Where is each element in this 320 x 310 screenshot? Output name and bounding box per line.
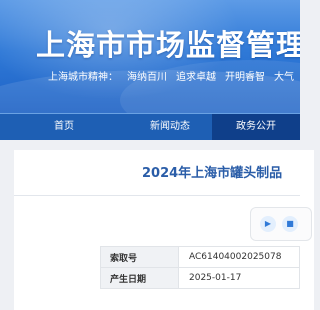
city-spirit: 上海城市精神： 海纳百川 追求卓越 开明睿智 大气 — [48, 68, 300, 83]
city-spirit-label: 上海城市精神： — [48, 72, 118, 83]
city-spirit-item: 海纳百川 — [127, 72, 167, 83]
nav-item-gov-affairs[interactable]: 政务公开 — [212, 114, 300, 140]
nav-item-home[interactable]: 首页 — [0, 114, 128, 140]
meta-value: AC61404002025078 — [178, 246, 300, 268]
meta-key: 索取号 — [100, 246, 179, 268]
city-spirit-item: 大气 — [274, 72, 294, 83]
city-spirit-item: 追求卓越 — [176, 72, 216, 83]
meta-value: 2025-01-17 — [178, 267, 300, 289]
table-row: 索取号 AC61404002025078 — [100, 246, 300, 268]
audio-player: ▶ ■ — [250, 207, 312, 241]
divider — [14, 195, 300, 196]
main-nav: 首页 新闻动态 政务公开 — [0, 113, 300, 140]
stop-icon[interactable]: ■ — [282, 216, 298, 232]
table-row: 产生日期 2025-01-17 — [100, 267, 300, 289]
nav-item-news[interactable]: 新闻动态 — [128, 114, 212, 140]
article-title: 2024年上海市罐头制品 — [142, 166, 283, 181]
meta-key: 产生日期 — [100, 267, 179, 289]
play-icon[interactable]: ▶ — [260, 216, 276, 232]
article-meta-table: 索取号 AC61404002025078 产生日期 2025-01-17 — [100, 246, 300, 289]
site-title: 上海市市场监督管理 — [36, 28, 300, 62]
city-spirit-item: 开明睿智 — [225, 72, 265, 83]
header-banner: 上海市市场监督管理 上海城市精神： 海纳百川 追求卓越 开明睿智 大气 — [0, 0, 300, 113]
